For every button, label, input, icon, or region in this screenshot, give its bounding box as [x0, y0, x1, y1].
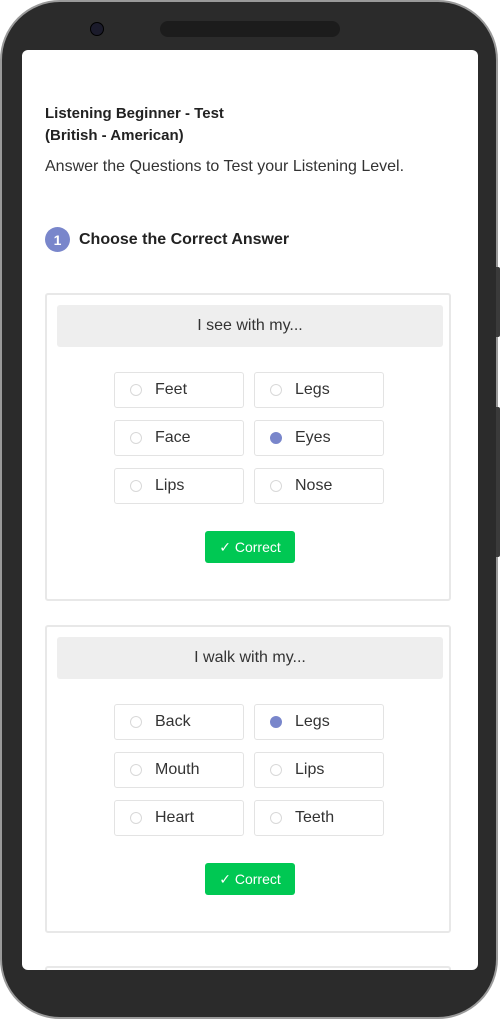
option-label: Feet	[155, 381, 188, 398]
step-number-badge: 1	[45, 227, 70, 252]
option-label: Legs	[295, 713, 330, 730]
question-card: I see with my... Feet Legs Face Eyes Lip…	[45, 293, 451, 601]
option-label: Face	[155, 429, 191, 446]
option-label: Mouth	[155, 761, 200, 778]
question-prompt: I see with my...	[57, 305, 443, 347]
question-card: I walk with my... Back Legs Mouth Lips H…	[45, 625, 451, 933]
answer-option[interactable]: Face	[114, 420, 244, 456]
radio-icon[interactable]	[130, 812, 142, 824]
page-subtitle: Answer the Questions to Test your Listen…	[45, 158, 405, 175]
question-card-partial	[45, 966, 451, 970]
radio-icon[interactable]	[130, 480, 142, 492]
screen: Listening Beginner - Test (British - Ame…	[22, 50, 478, 970]
power-button	[496, 407, 500, 557]
radio-selected-icon[interactable]	[270, 432, 282, 444]
phone-frame: Listening Beginner - Test (British - Ame…	[0, 0, 500, 1019]
radio-icon[interactable]	[130, 432, 142, 444]
radio-icon[interactable]	[270, 812, 282, 824]
answer-option[interactable]: Nose	[254, 468, 384, 504]
answer-option-selected[interactable]: Eyes	[254, 420, 384, 456]
question-prompt: I walk with my...	[57, 637, 443, 679]
answer-option[interactable]: Back	[114, 704, 244, 740]
correct-badge: ✓ Correct	[205, 531, 295, 563]
radio-icon[interactable]	[270, 384, 282, 396]
correct-badge: ✓ Correct	[205, 863, 295, 895]
section-title: Choose the Correct Answer	[79, 230, 290, 248]
radio-icon[interactable]	[130, 716, 142, 728]
speaker-grille	[160, 21, 340, 37]
app-content: Listening Beginner - Test (British - Ame…	[30, 58, 470, 970]
answer-option[interactable]: Lips	[114, 468, 244, 504]
camera-icon	[90, 22, 104, 36]
answer-option[interactable]: Feet	[114, 372, 244, 408]
option-label: Lips	[295, 761, 325, 778]
radio-icon[interactable]	[270, 764, 282, 776]
radio-icon[interactable]	[270, 480, 282, 492]
option-label: Lips	[155, 477, 185, 494]
title-line-1: Listening Beginner - Test	[45, 105, 224, 122]
option-label: Teeth	[295, 809, 335, 826]
header: Listening Beginner - Test (British - Ame…	[45, 103, 445, 177]
option-label: Eyes	[295, 429, 331, 446]
option-label: Heart	[155, 809, 195, 826]
answer-option[interactable]: Heart	[114, 800, 244, 836]
answer-option[interactable]: Teeth	[254, 800, 384, 836]
option-label: Legs	[295, 381, 330, 398]
volume-button	[496, 267, 500, 337]
radio-selected-icon[interactable]	[270, 716, 282, 728]
option-label: Back	[155, 713, 191, 730]
radio-icon[interactable]	[130, 764, 142, 776]
title-line-2: (British - American)	[45, 127, 184, 144]
answer-option[interactable]: Lips	[254, 752, 384, 788]
answer-option[interactable]: Mouth	[114, 752, 244, 788]
answer-option-selected[interactable]: Legs	[254, 704, 384, 740]
option-label: Nose	[295, 477, 333, 494]
radio-icon[interactable]	[130, 384, 142, 396]
section-header: 1 Choose the Correct Answer	[45, 227, 289, 252]
answer-option[interactable]: Legs	[254, 372, 384, 408]
page-title: Listening Beginner - Test (British - Ame…	[45, 103, 445, 147]
